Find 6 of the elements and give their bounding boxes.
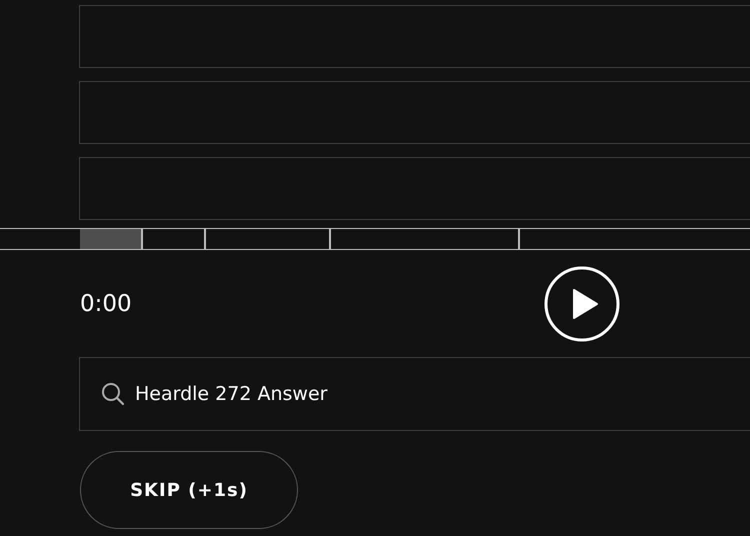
search-input[interactable]: Heardle 272 Answer [135,383,435,405]
skip-button[interactable]: SKIP (+1s) [80,451,298,529]
play-button[interactable] [544,266,620,342]
search-icon [101,382,125,406]
play-icon [544,266,620,342]
time-display: 0:00 [80,291,133,317]
